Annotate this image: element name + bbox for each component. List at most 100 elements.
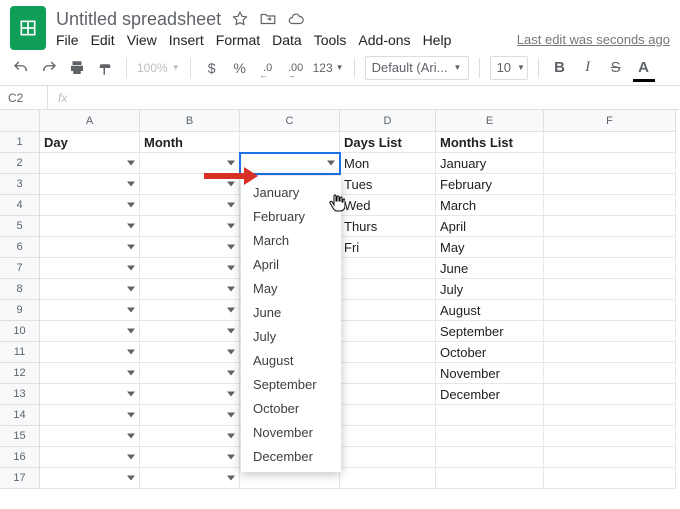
dropdown-arrow-icon[interactable] (127, 287, 135, 292)
cell-D12[interactable] (340, 363, 436, 384)
row-header[interactable]: 3 (0, 174, 40, 195)
cell-E14[interactable] (436, 405, 544, 426)
cell-A5[interactable] (40, 216, 140, 237)
dropdown-arrow-icon[interactable] (227, 287, 235, 292)
menu-format[interactable]: Format (216, 32, 260, 48)
cell-E11[interactable]: October (436, 342, 544, 363)
cell-A16[interactable] (40, 447, 140, 468)
cell-E2[interactable]: January (436, 153, 544, 174)
cell-D3[interactable]: Tues (340, 174, 436, 195)
cell-A17[interactable] (40, 468, 140, 489)
star-icon[interactable] (231, 10, 249, 28)
menu-edit[interactable]: Edit (91, 32, 115, 48)
dropdown-option[interactable]: February (241, 204, 341, 228)
cell-F3[interactable] (544, 174, 676, 195)
cell-F5[interactable] (544, 216, 676, 237)
font-family-dropdown[interactable]: Default (Ari...▼ (365, 56, 469, 80)
dropdown-arrow-icon[interactable] (127, 371, 135, 376)
cell-E13[interactable]: December (436, 384, 544, 405)
cell-F17[interactable] (544, 468, 676, 489)
dropdown-option[interactable]: June (241, 300, 341, 324)
dropdown-arrow-icon[interactable] (227, 203, 235, 208)
dropdown-option[interactable]: September (241, 372, 341, 396)
dropdown-arrow-icon[interactable] (227, 350, 235, 355)
dropdown-arrow-icon[interactable] (227, 329, 235, 334)
cell-D9[interactable] (340, 300, 436, 321)
cell-F6[interactable] (544, 237, 676, 258)
cell-E9[interactable]: August (436, 300, 544, 321)
dropdown-arrow-icon[interactable] (127, 203, 135, 208)
cell-A1[interactable]: Day (40, 132, 140, 153)
cell-B5[interactable] (140, 216, 240, 237)
cell-D13[interactable] (340, 384, 436, 405)
cell-D11[interactable] (340, 342, 436, 363)
cell-D6[interactable]: Fri (340, 237, 436, 258)
col-header[interactable]: A (40, 110, 140, 132)
paint-format-button[interactable] (94, 57, 116, 79)
dropdown-option[interactable]: November (241, 420, 341, 444)
cell-A13[interactable] (40, 384, 140, 405)
cell-B9[interactable] (140, 300, 240, 321)
move-folder-icon[interactable] (259, 10, 277, 28)
row-header[interactable]: 15 (0, 426, 40, 447)
cell-E3[interactable]: February (436, 174, 544, 195)
dropdown-arrow-icon[interactable] (227, 455, 235, 460)
cell-D15[interactable] (340, 426, 436, 447)
cell-D17[interactable] (340, 468, 436, 489)
cell-F10[interactable] (544, 321, 676, 342)
currency-button[interactable]: $ (201, 57, 223, 79)
dropdown-arrow-icon[interactable] (127, 455, 135, 460)
menu-tools[interactable]: Tools (314, 32, 347, 48)
dropdown-arrow-icon[interactable] (127, 245, 135, 250)
cell-E6[interactable]: May (436, 237, 544, 258)
dropdown-option[interactable]: March (241, 228, 341, 252)
cell-F13[interactable] (544, 384, 676, 405)
col-header[interactable]: D (340, 110, 436, 132)
row-header[interactable]: 14 (0, 405, 40, 426)
row-header[interactable]: 13 (0, 384, 40, 405)
cell-B8[interactable] (140, 279, 240, 300)
cell-F16[interactable] (544, 447, 676, 468)
cell-A11[interactable] (40, 342, 140, 363)
percent-button[interactable]: % (229, 57, 251, 79)
cell-B17[interactable] (140, 468, 240, 489)
dropdown-arrow-icon[interactable] (227, 476, 235, 481)
cell-D14[interactable] (340, 405, 436, 426)
dropdown-arrow-icon[interactable] (227, 392, 235, 397)
cell-D2[interactable]: Mon (340, 153, 436, 174)
cell-E4[interactable]: March (436, 195, 544, 216)
dropdown-arrow-icon[interactable] (127, 434, 135, 439)
dropdown-option[interactable]: August (241, 348, 341, 372)
cell-E5[interactable]: April (436, 216, 544, 237)
dropdown-arrow-icon[interactable] (227, 266, 235, 271)
col-header[interactable]: B (140, 110, 240, 132)
cell-F7[interactable] (544, 258, 676, 279)
font-size-dropdown[interactable]: 10▼ (490, 56, 528, 80)
italic-button[interactable]: I (577, 57, 599, 79)
dropdown-arrow-icon[interactable] (227, 371, 235, 376)
zoom-dropdown[interactable]: 100%▼ (137, 61, 180, 75)
dropdown-arrow-icon[interactable] (327, 161, 335, 166)
dropdown-option[interactable]: April (241, 252, 341, 276)
cell-D16[interactable] (340, 447, 436, 468)
cell-E10[interactable]: September (436, 321, 544, 342)
menu-help[interactable]: Help (423, 32, 452, 48)
sheets-app-icon[interactable] (10, 6, 46, 50)
row-header[interactable]: 5 (0, 216, 40, 237)
row-header[interactable]: 6 (0, 237, 40, 258)
cell-B14[interactable] (140, 405, 240, 426)
dropdown-arrow-icon[interactable] (227, 161, 235, 166)
dropdown-arrow-icon[interactable] (127, 392, 135, 397)
cell-D5[interactable]: Thurs (340, 216, 436, 237)
cell-F9[interactable] (544, 300, 676, 321)
decrease-decimal-button[interactable]: .0← (257, 57, 279, 79)
cloud-status-icon[interactable] (287, 10, 305, 28)
row-header[interactable]: 17 (0, 468, 40, 489)
dropdown-arrow-icon[interactable] (127, 266, 135, 271)
print-button[interactable] (66, 57, 88, 79)
cell-E15[interactable] (436, 426, 544, 447)
cell-B2[interactable] (140, 153, 240, 174)
cell-A9[interactable] (40, 300, 140, 321)
menu-file[interactable]: File (56, 32, 79, 48)
row-header[interactable]: 11 (0, 342, 40, 363)
